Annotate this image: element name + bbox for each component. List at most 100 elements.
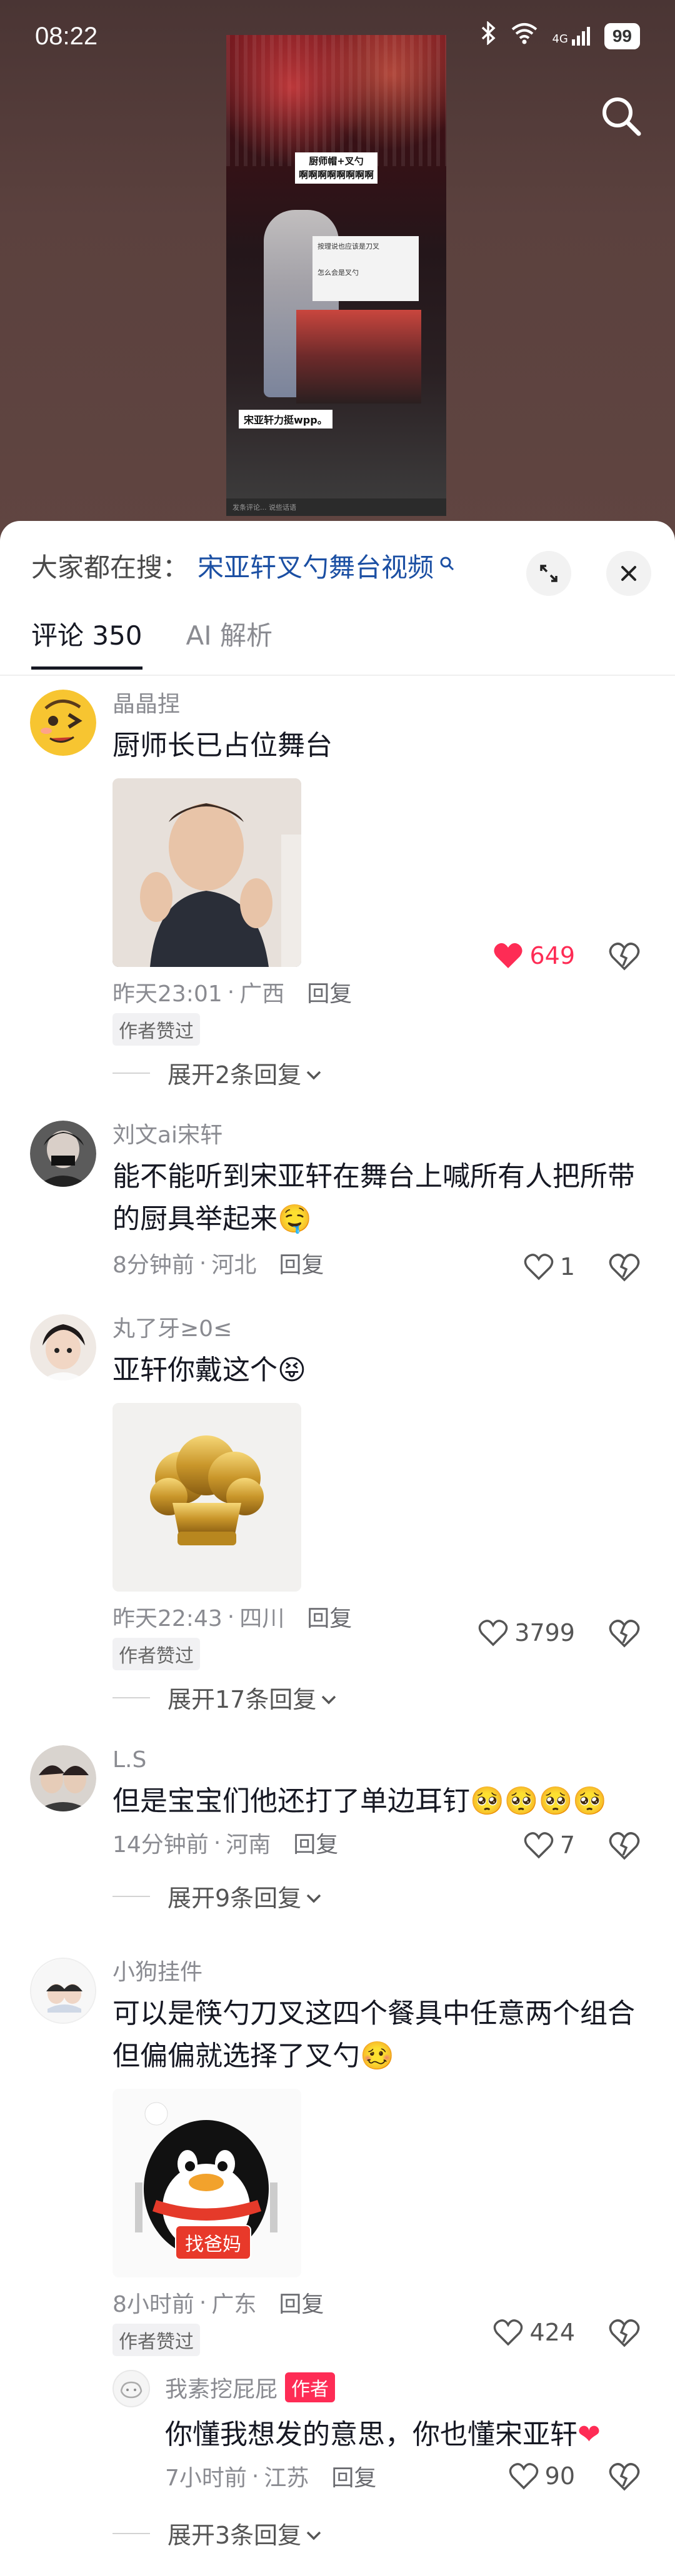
video-inset-image xyxy=(296,310,421,404)
author-badge: 作者 xyxy=(285,2372,336,2402)
video-thumbnail[interactable]: 厨师帽+叉勺 啊啊啊啊啊啊啊啊 按理说也应该是刀叉 怎么会是叉勺 宋亚轩力挺wp… xyxy=(226,35,446,516)
heart-outline-icon xyxy=(494,2319,523,2346)
reply-like-button[interactable]: 90 xyxy=(509,2462,575,2490)
comment-text-content: 但是宝宝们他还打了单边耳钉 xyxy=(112,1785,470,1817)
tab-comments[interactable]: 评论 350 xyxy=(31,615,142,670)
comment-body: 晶晶捏 厨师长已占位舞台 昨天23:01 · 广西 回复 作者赞过 展开2条回复 xyxy=(112,690,644,1090)
heart-outline-icon xyxy=(524,1832,554,1859)
comment-time: 14分钟前 xyxy=(112,1832,209,1858)
network-type: 4G xyxy=(552,32,568,46)
expand-line xyxy=(112,2532,150,2534)
like-count: 3799 xyxy=(514,1619,575,1647)
like-button[interactable]: 424 xyxy=(493,2319,575,2346)
author-liked-tag: 作者赞过 xyxy=(112,1013,200,1046)
penguin-sticker[interactable]: 找爸妈 xyxy=(112,2089,301,2277)
like-button[interactable]: 649 xyxy=(493,942,575,969)
comment-sheet: 大家都在搜： 宋亚轩叉勺舞台视频 评论 350 AI 解析 晶晶捏 厨师长已占位… xyxy=(0,521,675,2576)
search-small-icon xyxy=(439,555,455,576)
comment-username[interactable]: 小狗挂件 xyxy=(112,1958,644,1988)
avatar[interactable] xyxy=(30,1745,96,1811)
expand-replies-button[interactable]: 展开2条回复 xyxy=(112,1056,644,1090)
comment-body: L.S 但是宝宝们他还打了单边耳钉🥺🥺🥺🥺 14分钟前 · 河南 回复 展开9条… xyxy=(112,1745,644,1913)
reply-button[interactable]: 回复 xyxy=(307,976,352,1008)
comment-time: 昨天22:43 xyxy=(112,1606,222,1632)
reply-avatar[interactable] xyxy=(112,2370,150,2407)
comment-text: 能不能听到宋亚轩在舞台上喊所有人把所带的厨具举起来🤤 xyxy=(112,1156,644,1241)
chef-hat-sticker[interactable] xyxy=(112,1403,301,1592)
dislike-button[interactable] xyxy=(609,1831,640,1863)
signal-icon: 4G xyxy=(552,26,590,46)
like-count: 90 xyxy=(544,2462,575,2490)
avatar[interactable] xyxy=(30,690,96,756)
comment-username[interactable]: L.S xyxy=(112,1745,644,1775)
comment-time: 8分钟前 xyxy=(112,1252,194,1278)
like-count: 1 xyxy=(559,1253,575,1281)
comment-text-content: 亚轩你戴这个 xyxy=(112,1354,278,1386)
comment-time: 昨天23:01 xyxy=(112,981,222,1007)
comment-text: 但是宝宝们他还打了单边耳钉🥺🥺🥺🥺 xyxy=(112,1780,644,1823)
comment-meta: 昨天23:01 · 广西 回复 xyxy=(112,973,644,1011)
comment-text: 亚轩你戴这个😝 xyxy=(112,1349,644,1392)
chevron-down-icon xyxy=(305,1883,322,1910)
search-button[interactable] xyxy=(598,92,645,140)
reply-text-content: 你懂我想发的意思，你也懂宋亚轩 xyxy=(165,2419,578,2450)
reply-button[interactable]: 回复 xyxy=(279,1247,324,1279)
status-icons: 4G 99 xyxy=(481,21,640,51)
expand-line xyxy=(112,1895,150,1897)
comment-location: 广东 xyxy=(211,2292,257,2317)
dislike-button[interactable] xyxy=(609,1619,640,1650)
close-icon xyxy=(621,566,636,581)
expand-replies-button[interactable]: 展开17条回复 xyxy=(112,1680,644,1715)
comment-username[interactable]: 刘文ai宋轩 xyxy=(112,1121,644,1151)
comment-username[interactable]: 晶晶捏 xyxy=(112,690,644,720)
reply-text: 你懂我想发的意思，你也懂宋亚轩❤ xyxy=(165,2414,652,2456)
woozy-emoji-icon: 🥴 xyxy=(360,2040,394,2072)
reply-button[interactable]: 回复 xyxy=(279,2286,324,2319)
expand-sheet-button[interactable] xyxy=(526,551,571,596)
reply-meta: 7小时前 · 江苏 回复 xyxy=(165,2457,376,2495)
expand-replies-label: 展开17条回复 xyxy=(168,1686,317,1713)
wifi-icon xyxy=(511,22,538,50)
avatar[interactable] xyxy=(30,1314,96,1380)
dislike-button[interactable] xyxy=(609,942,640,973)
comment-username[interactable]: 丸了牙≥0≤ xyxy=(112,1314,644,1344)
comment-item: L.S 但是宝宝们他还打了单边耳钉🥺🥺🥺🥺 14分钟前 · 河南 回复 展开9条… xyxy=(0,1745,675,1912)
comment-photo[interactable] xyxy=(112,778,301,967)
avatar[interactable] xyxy=(30,1121,96,1187)
expand-replies-button[interactable]: 展开9条回复 xyxy=(112,1879,644,1913)
search-prefix: 大家都在搜： xyxy=(31,552,189,583)
suggested-search[interactable]: 大家都在搜： 宋亚轩叉勺舞台视频 xyxy=(31,542,455,588)
reply-dislike-button[interactable] xyxy=(609,2462,640,2494)
expand-replies-label: 展开9条回复 xyxy=(168,1885,302,1912)
heart-outline-icon xyxy=(479,1620,508,1647)
avatar[interactable] xyxy=(30,1958,96,2024)
reply-button[interactable]: 回复 xyxy=(331,2460,376,2492)
bluetooth-icon xyxy=(481,21,497,51)
comment-location: 广西 xyxy=(239,981,285,1007)
pleading-emoji-icon: 🥺🥺🥺🥺 xyxy=(470,1785,608,1817)
reply-button[interactable]: 回复 xyxy=(307,1600,352,1633)
tab-bar: 评论 350 AI 解析 xyxy=(31,615,272,670)
chevron-down-icon xyxy=(305,2520,322,2547)
reply-button[interactable]: 回复 xyxy=(293,1826,338,1859)
expand-replies-button[interactable]: 展开3条回复 xyxy=(112,2516,322,2550)
expand-icon xyxy=(540,565,558,582)
dislike-button[interactable] xyxy=(609,1253,640,1284)
reply-location: 江苏 xyxy=(264,2465,309,2491)
like-button[interactable]: 1 xyxy=(524,1253,575,1281)
battery-indicator: 99 xyxy=(604,22,640,49)
close-sheet-button[interactable] xyxy=(606,551,651,596)
search-link[interactable]: 宋亚轩叉勺舞台视频 xyxy=(198,547,434,585)
comment-item: 晶晶捏 厨师长已占位舞台 昨天23:01 · 广西 回复 作者赞过 展开2条回复… xyxy=(0,690,675,1089)
expand-replies-label: 展开3条回复 xyxy=(168,2522,302,2549)
comment-location: 河北 xyxy=(211,1252,257,1278)
like-button[interactable]: 7 xyxy=(524,1831,575,1859)
tab-ai-analysis[interactable]: AI 解析 xyxy=(186,615,272,670)
broken-heart-icon xyxy=(609,2463,640,2491)
author-liked-tag: 作者赞过 xyxy=(112,1638,200,1670)
dislike-button[interactable] xyxy=(609,2319,640,2350)
reply-username[interactable]: 我素挖屁屁 xyxy=(165,2371,278,2404)
like-button[interactable]: 3799 xyxy=(478,1619,575,1647)
search-icon xyxy=(602,97,641,136)
broken-heart-icon xyxy=(609,2319,640,2347)
